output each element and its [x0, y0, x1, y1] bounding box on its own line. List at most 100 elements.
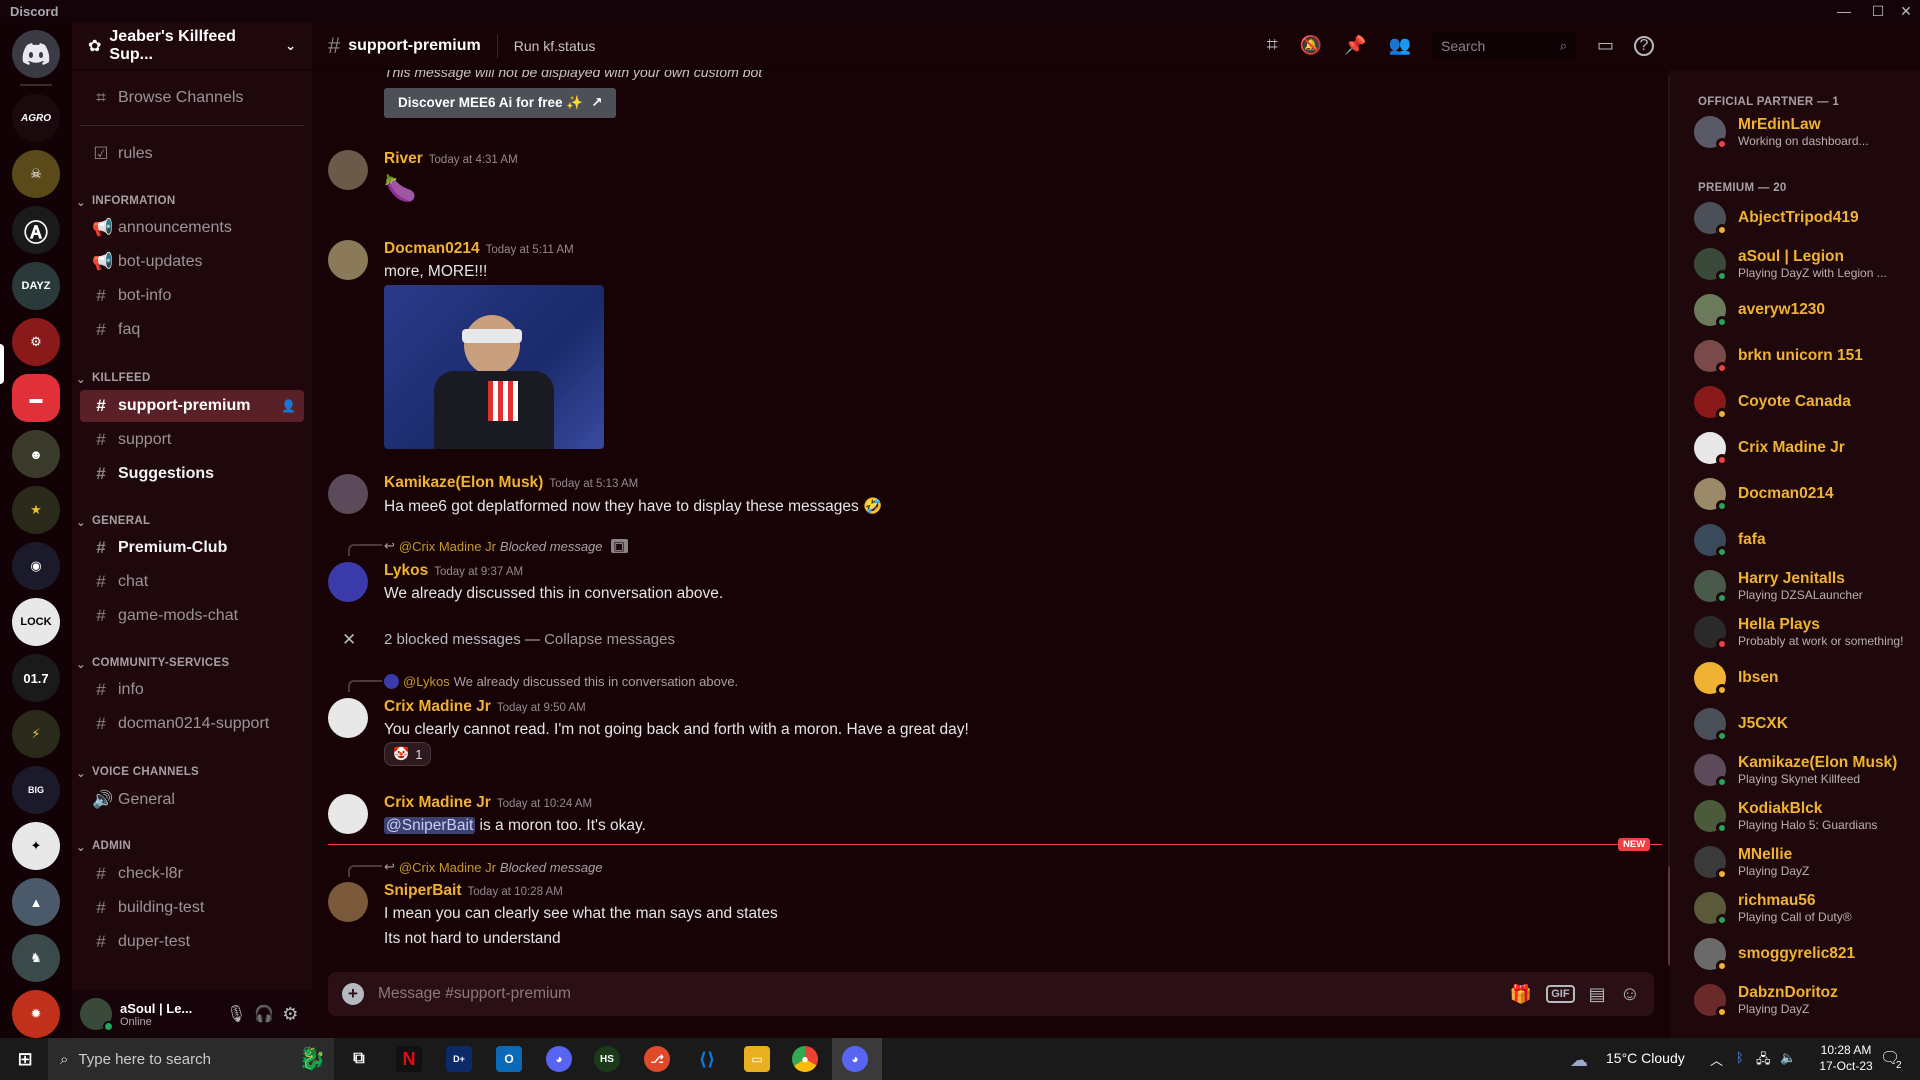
message-composer[interactable]: + Message #support-premium 🎁 GIF ▤ ☺	[328, 972, 1654, 1016]
member-item[interactable]: averyw1230	[1694, 288, 1914, 332]
member-list-icon[interactable]: 👥	[1389, 35, 1411, 56]
channel-docman-support[interactable]: # docman0214-support	[80, 708, 304, 740]
browse-channels[interactable]: ⌗ Browse Channels	[80, 82, 304, 114]
task-view-icon[interactable]: ⧉	[346, 1046, 372, 1072]
voice-channel-general[interactable]: 🔊 General	[80, 784, 304, 816]
gitkraken-icon[interactable]: ⎇	[644, 1046, 670, 1072]
member-item[interactable]: brkn unicorn 151	[1694, 334, 1914, 378]
file-explorer-icon[interactable]: ▭	[744, 1046, 770, 1072]
avatar[interactable]	[328, 150, 368, 190]
member-item[interactable]: smoggyrelic821	[1694, 932, 1914, 976]
settings-gear-icon[interactable]: ⚙	[282, 1004, 298, 1025]
windows-start-icon[interactable]: ⊞	[12, 1046, 38, 1072]
channel-bot-info[interactable]: # bot-info	[80, 280, 304, 312]
discord-taskbar-icon[interactable]: ◕	[546, 1046, 572, 1072]
threads-icon[interactable]: ⌗	[1266, 34, 1277, 57]
member-item[interactable]: Docman0214	[1694, 472, 1914, 516]
channel-suggestions[interactable]: # Suggestions	[80, 458, 304, 490]
inbox-icon[interactable]: ▭	[1597, 35, 1614, 56]
member-item[interactable]: KodiakBlck Playing Halo 5: Guardians	[1694, 794, 1914, 838]
member-item[interactable]: Kamikaze(Elon Musk) Playing Skynet Killfe…	[1694, 748, 1914, 792]
server-icon-agro[interactable]: AGRO	[12, 94, 60, 142]
channel-announcements[interactable]: 📢 announcements	[80, 212, 304, 244]
server-icon-soldier[interactable]: ♞	[12, 934, 60, 982]
category-general[interactable]: ⌄ GENERAL	[76, 515, 150, 529]
server-header[interactable]: ✿ Jeaber's Killfeed Sup... ⌄	[72, 22, 312, 70]
taskbar-search-input[interactable]: ⌕ Type here to search 🐉	[48, 1038, 334, 1080]
message-author[interactable]: Crix Madine Jr Today at 9:50 AM	[384, 698, 586, 716]
member-item[interactable]: J5CXK	[1694, 702, 1914, 746]
reply-preview[interactable]: ↩ @Crix Madine Jr Blocked message	[384, 859, 603, 875]
chrome-icon[interactable]: ●	[792, 1046, 818, 1072]
server-icon-nuke[interactable]: ✹	[12, 990, 60, 1038]
member-item[interactable]: Crix Madine Jr	[1694, 426, 1914, 470]
collapse-messages-link[interactable]: Collapse messages	[544, 631, 675, 648]
popcorn-gif-image[interactable]	[384, 285, 604, 449]
member-item[interactable]: aSoul | Legion Playing DayZ with Legion .…	[1694, 242, 1914, 286]
maximize-button[interactable]: ☐	[1864, 1, 1892, 21]
avatar[interactable]	[328, 474, 368, 514]
microphone-icon[interactable]: 🎙	[226, 1004, 246, 1024]
member-item[interactable]: AbjectTripod419	[1694, 196, 1914, 240]
minimize-button[interactable]: —	[1830, 1, 1858, 21]
reply-preview[interactable]: ↩ @Crix Madine Jr Blocked message ▣	[384, 538, 628, 554]
avatar[interactable]	[328, 882, 368, 922]
server-icon-01-7[interactable]: 01.7	[12, 654, 60, 702]
server-icon-wings[interactable]: ✦	[12, 822, 60, 870]
avatar[interactable]	[328, 240, 368, 280]
mee6-discover-button[interactable]: Discover MEE6 Ai for free ✨ ↗	[384, 88, 617, 118]
channel-rules[interactable]: ☑ rules	[80, 138, 304, 170]
vscode-icon[interactable]: ⟨⟩	[694, 1046, 720, 1072]
category-killfeed[interactable]: ⌄ KILLFEED	[76, 372, 151, 386]
channel-faq[interactable]: # faq	[80, 314, 304, 346]
server-icon-lockdown[interactable]: LOCK	[12, 598, 60, 646]
bluetooth-icon[interactable]: ᛒ	[1736, 1050, 1744, 1065]
server-icon-city[interactable]: ▲	[12, 878, 60, 926]
search-input[interactable]: Search ⌕	[1432, 32, 1575, 59]
avatar[interactable]	[80, 998, 114, 1032]
close-window-button[interactable]: ✕	[1892, 1, 1920, 21]
headphones-icon[interactable]: 🎧	[254, 1004, 274, 1024]
reply-preview[interactable]: @Lykos We already discussed this in conv…	[384, 674, 738, 689]
avatar[interactable]	[328, 562, 368, 602]
channel-building-test[interactable]: # building-test	[80, 892, 304, 924]
server-icon-star[interactable]: ★	[12, 486, 60, 534]
weather-text[interactable]: 15°C Cloudy	[1606, 1050, 1685, 1066]
pin-icon[interactable]: 📌	[1344, 35, 1366, 56]
message-input[interactable]: Message #support-premium	[378, 985, 571, 1003]
server-icon-globe[interactable]: ◉	[12, 542, 60, 590]
member-item[interactable]: Coyote Canada	[1694, 380, 1914, 424]
gif-button[interactable]: GIF	[1546, 985, 1575, 1003]
home-discord-icon[interactable]	[12, 30, 60, 78]
server-icon-killfeed[interactable]: ⚙	[12, 318, 60, 366]
member-item[interactable]: richmau56 Playing Call of Duty®	[1694, 886, 1914, 930]
member-item[interactable]: Ibsen	[1694, 656, 1914, 700]
server-icon-helmet[interactable]: ☻	[12, 430, 60, 478]
channel-premium-club[interactable]: # Premium-Club	[80, 532, 304, 564]
member-item[interactable]: Harry Jenitalls Playing DZSALauncher	[1694, 564, 1914, 608]
category-information[interactable]: ⌄ INFORMATION	[76, 195, 176, 209]
member-item[interactable]: MNellie Playing DayZ	[1694, 840, 1914, 884]
channel-duper-test[interactable]: # duper-test	[80, 926, 304, 958]
discord-active-icon[interactable]: ◕	[842, 1046, 868, 1072]
server-icon-bigbans[interactable]: BIG	[12, 766, 60, 814]
add-member-icon[interactable]: 👤	[281, 399, 296, 413]
message-author[interactable]: Kamikaze(Elon Musk) Today at 5:13 AM	[384, 474, 638, 492]
user-mention[interactable]: @SniperBait	[384, 817, 476, 834]
volume-icon[interactable]: 🔈	[1780, 1050, 1796, 1066]
channel-chat[interactable]: # chat	[80, 566, 304, 598]
message-author[interactable]: Lykos Today at 9:37 AM	[384, 562, 523, 580]
network-icon[interactable]: 🖧	[1756, 1050, 1771, 1072]
server-icon-dayz[interactable]: DAYZ	[12, 262, 60, 310]
add-attachment-icon[interactable]: +	[342, 983, 364, 1005]
mute-bell-icon[interactable]: 🔕	[1300, 35, 1322, 56]
disney-plus-icon[interactable]: D+	[446, 1046, 472, 1072]
server-icon-anarchy[interactable]: Ⓐ	[12, 206, 60, 254]
help-icon[interactable]: ?	[1634, 35, 1654, 56]
message-author[interactable]: SniperBait Today at 10:28 AM	[384, 882, 563, 900]
avatar[interactable]	[328, 794, 368, 834]
sticker-icon[interactable]: ▤	[1589, 984, 1606, 1005]
avatar[interactable]	[328, 698, 368, 738]
channel-support[interactable]: # support	[80, 424, 304, 456]
member-item[interactable]: Hella Plays Probably at work or something…	[1694, 610, 1914, 654]
